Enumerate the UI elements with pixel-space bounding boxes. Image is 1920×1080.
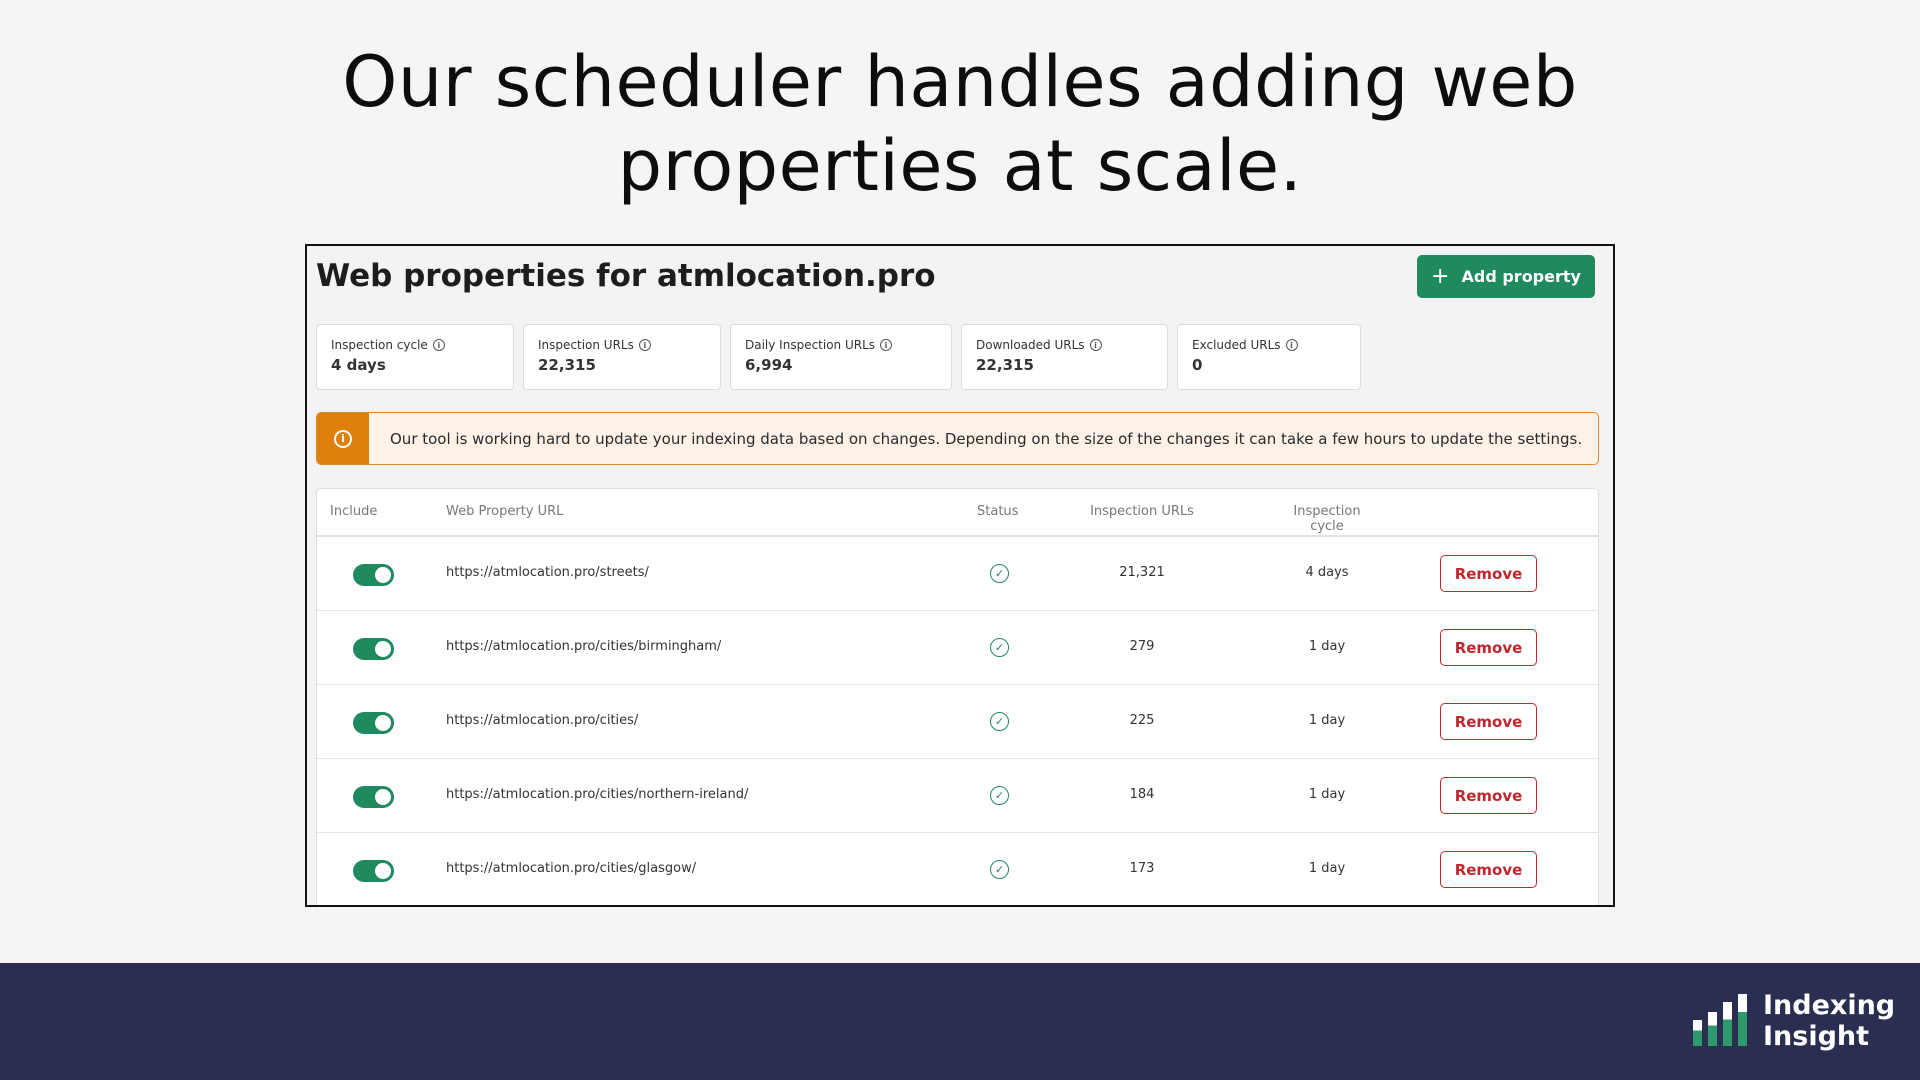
stat-downloaded-urls: Downloaded URLs i 22,315 [961,324,1168,390]
headline-line-1: Our scheduler handles adding web [342,41,1578,123]
check-circle-icon: ✓ [990,712,1009,731]
table-row: https://atmlocation.pro/streets/ ✓ 21,32… [317,537,1598,611]
table-header: Include Web Property URL Status Inspecti… [317,489,1598,537]
stat-label: Daily Inspection URLs [745,338,876,352]
include-toggle[interactable] [353,860,394,882]
stat-value: 6,994 [745,356,793,374]
stat-value: 0 [1192,356,1203,374]
inspection-urls-count: 184 [1129,787,1155,802]
headline-line-2: properties at scale. [617,125,1303,207]
app-screenshot: Web properties for atmlocation.pro + Add… [305,244,1615,907]
stat-value: 22,315 [976,356,1034,374]
check-circle-icon: ✓ [990,564,1009,583]
inspection-cycle-value: 1 day [1308,787,1346,802]
alert-text: Our tool is working hard to update your … [390,429,1583,448]
header-include[interactable]: Include [330,504,377,519]
inspection-urls-count: 225 [1129,713,1155,728]
inspection-cycle-value: 4 days [1305,565,1349,580]
info-icon[interactable]: i [432,339,445,351]
header-inspection-cycle[interactable]: Inspection cycle [1277,504,1377,534]
info-icon[interactable]: i [1089,339,1102,351]
web-properties-table: Include Web Property URL Status Inspecti… [316,488,1599,905]
include-toggle[interactable] [353,712,394,734]
stat-daily-inspection-urls: Daily Inspection URLs i 6,994 [730,324,952,390]
stats-bar: Inspection cycle i 4 days Inspection URLs… [316,324,1599,390]
inspection-cycle-value: 1 day [1308,861,1346,876]
stat-label: Excluded URLs [1192,338,1281,352]
property-url[interactable]: https://atmlocation.pro/cities/northern-… [446,787,748,802]
header-inspection-urls[interactable]: Inspection URLs [1087,504,1197,519]
inspection-urls-count: 21,321 [1119,565,1165,580]
page-title: Web properties for atmlocation.pro [316,258,936,294]
table-row: https://atmlocation.pro/cities/northern-… [317,759,1598,833]
brand-line-1: Indexing [1763,990,1896,1021]
stat-label: Inspection URLs [538,338,634,352]
check-circle-icon: ✓ [990,786,1009,805]
header-url[interactable]: Web Property URL [446,504,563,519]
include-toggle[interactable] [353,786,394,808]
check-circle-icon: ✓ [990,860,1009,879]
stat-inspection-urls: Inspection URLs i 22,315 [523,324,721,390]
property-url[interactable]: https://atmlocation.pro/cities/glasgow/ [446,861,696,876]
brand-line-2: Insight [1763,1021,1870,1052]
property-url[interactable]: https://atmlocation.pro/cities/ [446,713,638,728]
remove-button[interactable]: Remove [1440,851,1537,888]
inspection-urls-count: 279 [1129,639,1155,654]
add-property-label: Add property [1461,267,1581,286]
property-url[interactable]: https://atmlocation.pro/streets/ [446,565,649,580]
info-circle-icon: i [334,429,352,448]
table-row: https://atmlocation.pro/cities/glasgow/ … [317,833,1598,905]
stat-inspection-cycle: Inspection cycle i 4 days [316,324,514,390]
plus-icon: + [1431,263,1450,289]
inspection-cycle-value: 1 day [1308,713,1346,728]
remove-button[interactable]: Remove [1440,555,1537,592]
footer-band [0,963,1920,1080]
property-url[interactable]: https://atmlocation.pro/cities/birmingha… [446,639,721,654]
inspection-urls-count: 173 [1129,861,1155,876]
stat-value: 4 days [331,356,386,374]
inspection-cycle-value: 1 day [1308,639,1346,654]
remove-button[interactable]: Remove [1440,703,1537,740]
table-row: https://atmlocation.pro/cities/ ✓ 225 1 … [317,685,1598,759]
info-icon[interactable]: i [1285,339,1298,351]
table-row: https://atmlocation.pro/cities/birmingha… [317,611,1598,685]
brand-name: Indexing Insight [1763,990,1895,1052]
info-icon[interactable]: i [880,339,893,351]
include-toggle[interactable] [353,638,394,660]
info-icon[interactable]: i [638,339,651,351]
slide-headline: Our scheduler handles adding web propert… [0,40,1920,208]
check-circle-icon: ✓ [990,638,1009,657]
add-property-button[interactable]: + Add property [1417,255,1595,298]
include-toggle[interactable] [353,564,394,586]
remove-button[interactable]: Remove [1440,629,1537,666]
stat-label: Inspection cycle [331,338,428,352]
header-status[interactable]: Status [977,504,1018,519]
alert-icon-strip: i [317,413,369,464]
remove-button[interactable]: Remove [1440,777,1537,814]
stat-excluded-urls: Excluded URLs i 0 [1177,324,1361,390]
stat-value: 22,315 [538,356,596,374]
stat-label: Downloaded URLs [976,338,1085,352]
processing-alert: i Our tool is working hard to update you… [316,412,1599,465]
bar-chart-icon [1693,994,1749,1046]
